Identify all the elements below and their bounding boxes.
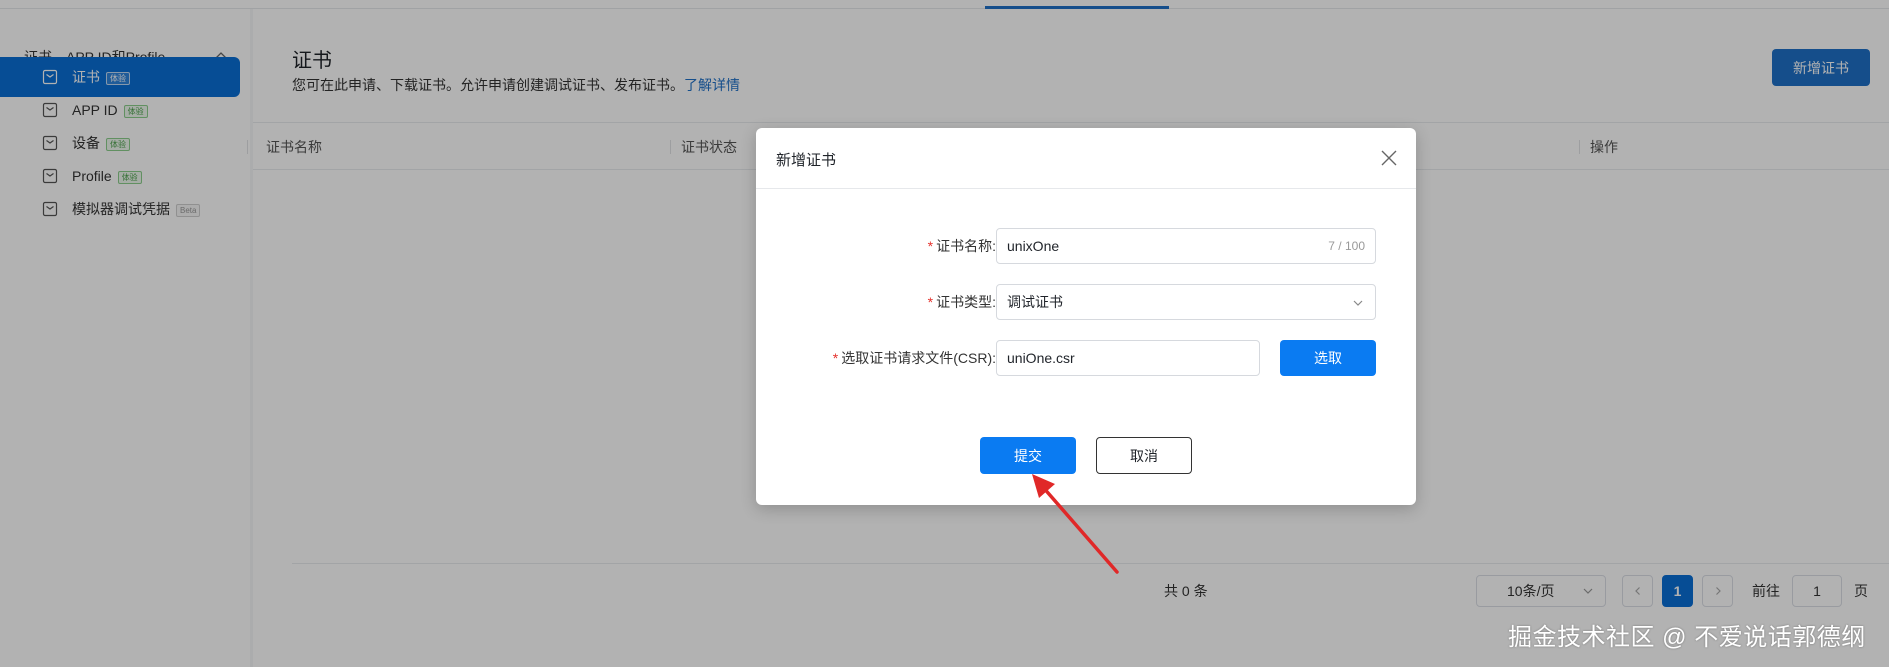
- certificate-name-label: * 证书名称:: [927, 238, 996, 254]
- close-icon[interactable]: [1380, 149, 1398, 167]
- chevron-down-icon: [1353, 300, 1363, 306]
- csr-file-value: uniOne.csr: [1007, 350, 1075, 366]
- required-mark: *: [832, 350, 839, 366]
- select-file-button[interactable]: 选取: [1280, 340, 1376, 376]
- character-count: 7 / 100: [1328, 239, 1365, 253]
- required-mark: *: [927, 238, 934, 254]
- certificate-type-select[interactable]: 调试证书: [996, 284, 1376, 320]
- csr-file-label: * 选取证书请求文件(CSR):: [832, 350, 996, 366]
- dialog-header: 新增证书: [756, 128, 1416, 189]
- csr-file-input[interactable]: uniOne.csr: [996, 340, 1260, 376]
- certificate-name-input[interactable]: unixOne 7 / 100: [996, 228, 1376, 264]
- annotation-arrow-icon: [1032, 474, 1119, 574]
- dialog-title: 新增证书: [776, 152, 837, 169]
- certificate-name-value: unixOne: [1007, 238, 1060, 254]
- certificate-type-label: * 证书类型:: [927, 294, 996, 310]
- certificate-type-value: 调试证书: [1007, 294, 1063, 310]
- required-mark: *: [927, 294, 934, 310]
- watermark: 掘金技术社区 @ 不爱说话郭德纲: [1508, 624, 1866, 651]
- new-certificate-dialog: 新增证书 * 证书名称: unixOne 7 / 100 * 证书类型: 调试证书 …: [756, 128, 1416, 505]
